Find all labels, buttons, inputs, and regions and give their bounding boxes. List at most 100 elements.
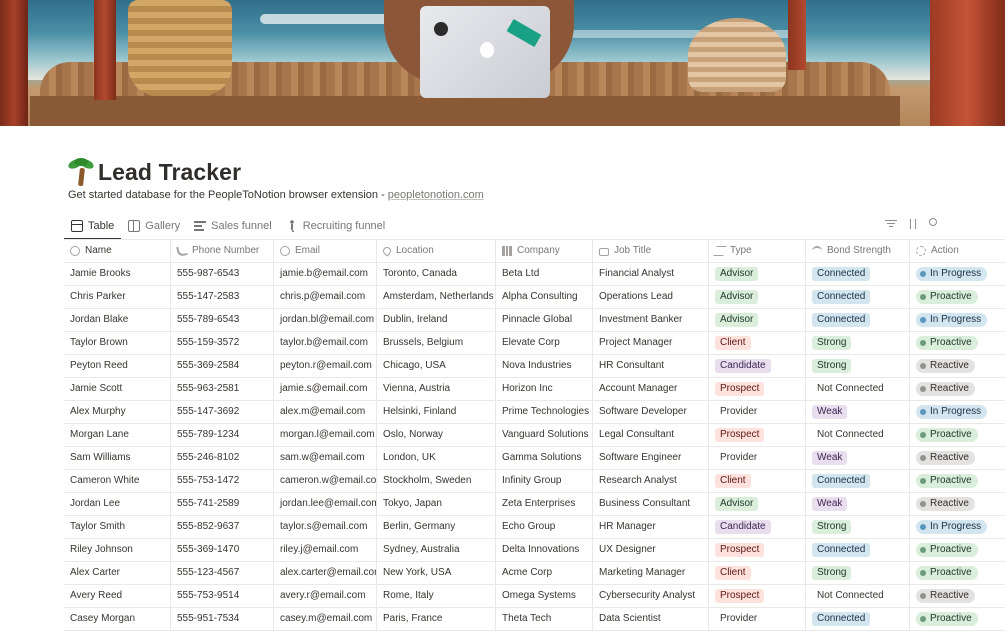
type-cell[interactable]: Advisor [709, 493, 806, 515]
email-cell[interactable]: taylor.s@email.com [274, 516, 377, 538]
type-cell[interactable]: Client [709, 332, 806, 354]
location-cell[interactable]: Tokyo, Japan [377, 493, 496, 515]
bond-strength-cell[interactable]: Connected [806, 608, 910, 630]
name-cell[interactable]: Jordan Lee [64, 493, 171, 515]
table-row[interactable]: Riley Johnson 555-369-1470 riley.j@email.c… [64, 539, 1005, 562]
bond-strength-cell[interactable]: Weak [806, 493, 910, 515]
email-cell[interactable]: chris.p@email.com [274, 286, 377, 308]
location-cell[interactable]: Berlin, Germany [377, 516, 496, 538]
bond-strength-cell[interactable]: Connected [806, 470, 910, 492]
phone-cell[interactable]: 555-123-4567 [171, 562, 274, 584]
name-cell[interactable]: Casey Morgan [64, 608, 171, 630]
action-cell[interactable]: In Progress [910, 263, 1005, 285]
column-header-phone-number[interactable]: Phone Number [171, 240, 274, 262]
job-title-cell[interactable]: Data Scientist [593, 608, 709, 630]
company-cell[interactable]: Acme Corp [496, 562, 593, 584]
description-link[interactable]: peopletonotion.com [388, 189, 484, 201]
action-cell[interactable]: Reactive [910, 493, 1005, 515]
type-cell[interactable]: Provider [709, 401, 806, 423]
email-cell[interactable]: riley.j@email.com [274, 539, 377, 561]
type-cell[interactable]: Prospect [709, 424, 806, 446]
table-row[interactable]: Chris Parker 555-147-2583 chris.p@email.co… [64, 286, 1005, 309]
table-row[interactable]: Jamie Brooks 555-987-6543 jamie.b@email.co… [64, 263, 1005, 286]
company-cell[interactable]: Omega Systems [496, 585, 593, 607]
location-cell[interactable]: Chicago, USA [377, 355, 496, 377]
email-cell[interactable]: jordan.lee@email.com [274, 493, 377, 515]
action-cell[interactable]: Reactive [910, 378, 1005, 400]
column-header-job-title[interactable]: Job Title [593, 240, 709, 262]
email-cell[interactable]: sam.w@email.com [274, 447, 377, 469]
email-cell[interactable]: avery.r@email.com [274, 585, 377, 607]
column-header-bond-strength[interactable]: Bond Strength [806, 240, 910, 262]
bond-strength-cell[interactable]: Not Connected [806, 378, 910, 400]
type-cell[interactable]: Advisor [709, 286, 806, 308]
location-cell[interactable]: Oslo, Norway [377, 424, 496, 446]
location-cell[interactable]: Helsinki, Finland [377, 401, 496, 423]
name-cell[interactable]: Chris Parker [64, 286, 171, 308]
action-cell[interactable]: In Progress [910, 309, 1005, 331]
name-cell[interactable]: Sam Williams [64, 447, 171, 469]
email-cell[interactable]: peyton.r@email.com [274, 355, 377, 377]
phone-cell[interactable]: 555-789-1234 [171, 424, 274, 446]
job-title-cell[interactable]: UX Designer [593, 539, 709, 561]
phone-cell[interactable]: 555-753-1472 [171, 470, 274, 492]
bond-strength-cell[interactable]: Strong [806, 355, 910, 377]
table-row[interactable]: Sam Williams 555-246-8102 sam.w@email.com L… [64, 447, 1005, 470]
action-cell[interactable]: Proactive [910, 424, 1005, 446]
filter-icon[interactable] [885, 218, 897, 230]
phone-cell[interactable]: 555-246-8102 [171, 447, 274, 469]
location-cell[interactable]: Dublin, Ireland [377, 309, 496, 331]
company-cell[interactable]: Pinnacle Global [496, 309, 593, 331]
job-title-cell[interactable]: Software Engineer [593, 447, 709, 469]
table-row[interactable]: Taylor Smith 555-852-9637 taylor.s@email.c… [64, 516, 1005, 539]
company-cell[interactable]: Delta Innovations [496, 539, 593, 561]
company-cell[interactable]: Echo Group [496, 516, 593, 538]
tab-gallery[interactable]: Gallery [121, 214, 187, 238]
location-cell[interactable]: London, UK [377, 447, 496, 469]
job-title-cell[interactable]: Project Manager [593, 332, 709, 354]
name-cell[interactable]: Peyton Reed [64, 355, 171, 377]
table-row[interactable]: Jordan Lee 555-741-2589 jordan.lee@email.c… [64, 493, 1005, 516]
company-cell[interactable]: Vanguard Solutions [496, 424, 593, 446]
job-title-cell[interactable]: Account Manager [593, 378, 709, 400]
name-cell[interactable]: Avery Reed [64, 585, 171, 607]
company-cell[interactable]: Beta Ltd [496, 263, 593, 285]
job-title-cell[interactable]: Operations Lead [593, 286, 709, 308]
type-cell[interactable]: Advisor [709, 263, 806, 285]
phone-cell[interactable]: 555-951-7534 [171, 608, 274, 630]
search-icon[interactable] [929, 218, 937, 226]
action-cell[interactable]: Proactive [910, 470, 1005, 492]
table-row[interactable]: Cameron White 555-753-1472 cameron.w@email… [64, 470, 1005, 493]
name-cell[interactable]: Alex Murphy [64, 401, 171, 423]
job-title-cell[interactable]: Cybersecurity Analyst [593, 585, 709, 607]
bond-strength-cell[interactable]: Weak [806, 401, 910, 423]
table-row[interactable]: Alex Carter 555-123-4567 alex.carter@email… [64, 562, 1005, 585]
location-cell[interactable]: Paris, France [377, 608, 496, 630]
company-cell[interactable]: Theta Tech [496, 608, 593, 630]
name-cell[interactable]: Jordan Blake [64, 309, 171, 331]
phone-cell[interactable]: 555-147-3692 [171, 401, 274, 423]
table-row[interactable]: Alex Murphy 555-147-3692 alex.m@email.com H… [64, 401, 1005, 424]
bond-strength-cell[interactable]: Connected [806, 539, 910, 561]
action-cell[interactable]: Reactive [910, 355, 1005, 377]
bond-strength-cell[interactable]: Connected [806, 263, 910, 285]
bond-strength-cell[interactable]: Strong [806, 516, 910, 538]
company-cell[interactable]: Elevate Corp [496, 332, 593, 354]
column-header-company[interactable]: Company [496, 240, 593, 262]
type-cell[interactable]: Candidate [709, 516, 806, 538]
location-cell[interactable]: Rome, Italy [377, 585, 496, 607]
column-header-type[interactable]: Type [709, 240, 806, 262]
email-cell[interactable]: jamie.s@email.com [274, 378, 377, 400]
page-title[interactable]: Lead Tracker [98, 159, 241, 186]
phone-cell[interactable]: 555-852-9637 [171, 516, 274, 538]
job-title-cell[interactable]: Legal Consultant [593, 424, 709, 446]
table-row[interactable]: Morgan Lane 555-789-1234 morgan.l@email.co… [64, 424, 1005, 447]
name-cell[interactable]: Morgan Lane [64, 424, 171, 446]
phone-cell[interactable]: 555-753-9514 [171, 585, 274, 607]
sort-icon[interactable] [907, 218, 919, 230]
table-row[interactable]: Peyton Reed 555-369-2584 peyton.r@email.co… [64, 355, 1005, 378]
name-cell[interactable]: Jamie Brooks [64, 263, 171, 285]
type-cell[interactable]: Provider [709, 447, 806, 469]
job-title-cell[interactable]: Financial Analyst [593, 263, 709, 285]
type-cell[interactable]: Prospect [709, 585, 806, 607]
